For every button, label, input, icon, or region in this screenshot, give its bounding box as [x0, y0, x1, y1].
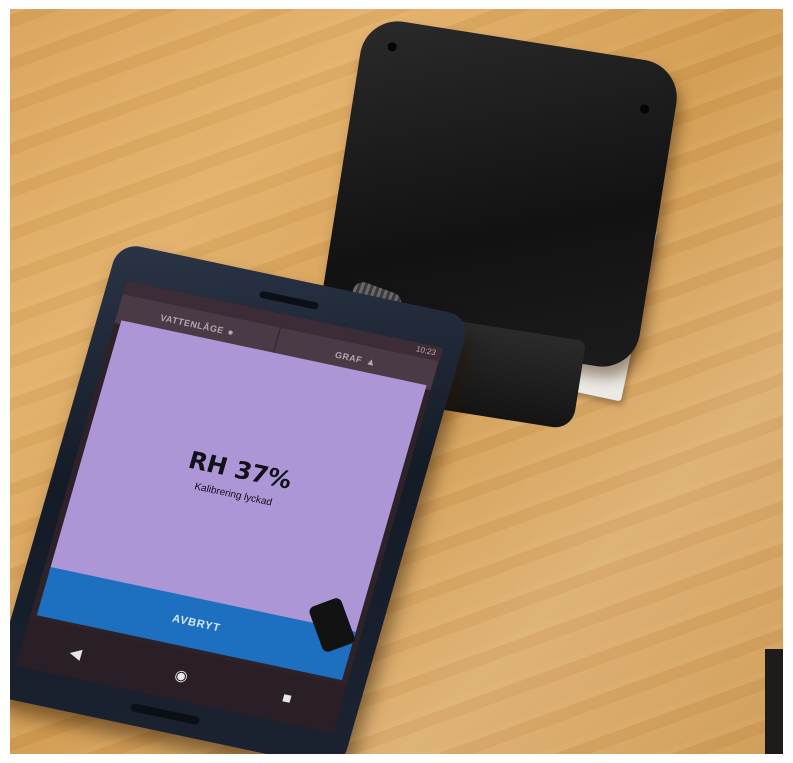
home-circle-icon[interactable]: ◉ [164, 664, 198, 688]
water-drop-icon: ● [226, 326, 236, 339]
chart-icon: ▲ [364, 355, 378, 369]
photo: 10:23 VATTENLÅGE ● GRAF ▲ RH 37% Kalibre… [10, 9, 783, 754]
recents-square-icon[interactable]: ■ [270, 687, 304, 710]
back-triangle-icon[interactable]: ◀ [59, 641, 93, 665]
tab-label: GRAF [333, 349, 364, 366]
status-time: 10:23 [414, 344, 438, 358]
table-edge-shadow [765, 649, 783, 754]
